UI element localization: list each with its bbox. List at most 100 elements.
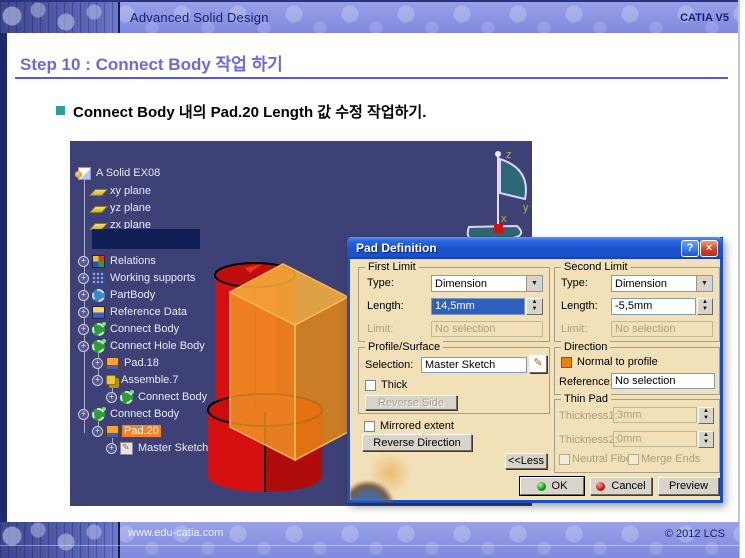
tree-item-label: Working supports	[110, 272, 196, 284]
dialog-titlebar[interactable]: Pad Definition ? ×	[347, 237, 723, 259]
first-length-input[interactable]: 14,5mm	[431, 298, 525, 315]
reverse-side-button: Reverse Side	[365, 395, 457, 410]
cancel-label: Cancel	[611, 480, 646, 492]
body-icon	[120, 389, 134, 404]
thick-checkbox[interactable]	[365, 380, 376, 391]
preview-button[interactable]: Preview	[658, 477, 719, 495]
body-icon	[92, 338, 106, 353]
mirrored-extent-label: Mirrored extent	[380, 420, 454, 432]
type-label: Type:	[367, 277, 394, 289]
chevron-down-icon[interactable]: ▼	[526, 276, 542, 291]
normal-to-profile-checkbox[interactable]	[561, 357, 572, 368]
partbody-icon	[92, 288, 105, 302]
compass-sail	[499, 157, 527, 201]
expand-icon[interactable]: +	[78, 323, 89, 335]
expand-icon[interactable]: +	[92, 425, 103, 437]
second-length-input[interactable]: -5,5mm	[611, 298, 696, 315]
normal-to-profile-label: Normal to profile	[577, 356, 658, 368]
bullet-line: Connect Body 내의 Pad.20 Length 값 수정 작업하기.	[56, 101, 426, 122]
first-limit-group: First Limit Type: Dimension ▼ Length: 14…	[358, 261, 550, 342]
tree-item-pad-18[interactable]: + Pad.18	[92, 355, 161, 371]
help-icon[interactable]: ?	[681, 240, 699, 257]
expand-icon[interactable]: +	[78, 306, 89, 318]
reference-input[interactable]: No selection	[611, 373, 715, 389]
first-length-spinner[interactable]: ▲ ▼	[526, 298, 543, 315]
assemble-icon	[106, 375, 116, 385]
tree-item-partbody[interactable]: + PartBody	[78, 287, 157, 303]
selection-label: Selection:	[365, 359, 414, 371]
length-label: Length:	[561, 300, 598, 312]
tree-item-assemble-7[interactable]: + Assemble.7	[92, 372, 180, 388]
pad-icon	[106, 356, 119, 370]
course-title: Advanced Solid Design	[130, 10, 269, 25]
neutral-fiber-checkbox	[559, 454, 570, 465]
second-limit-legend: Second Limit	[561, 261, 631, 273]
second-limit-group: Second Limit Type: Dimension ▼ Length: -…	[554, 261, 720, 342]
header-bar: Advanced Solid Design CATIA V5	[0, 0, 739, 33]
expand-icon[interactable]: +	[92, 357, 103, 369]
compass[interactable]: z y x	[453, 145, 532, 245]
compass-y-label: y	[523, 202, 529, 214]
profile-surface-legend: Profile/Surface	[365, 341, 444, 353]
limit-label: Limit:	[561, 323, 588, 335]
thin-pad-group: Thin Pad Thickness1: 3mm ▲ ▼ Thickness2: …	[554, 393, 720, 473]
merge-ends-label: Merge Ends	[641, 453, 701, 465]
compass-top-dot	[495, 151, 501, 157]
less-button[interactable]: <<Less	[505, 453, 547, 469]
second-length-spinner[interactable]: ▲ ▼	[697, 298, 713, 315]
cancel-button[interactable]: Cancel	[590, 477, 652, 495]
thick-label: Thick	[381, 379, 408, 391]
thickness1-label: Thickness1:	[559, 410, 618, 422]
sketch-selector-icon[interactable]: ✎	[529, 355, 547, 373]
relations-icon	[92, 254, 105, 268]
sketch-icon	[120, 441, 133, 455]
tree-item-label: Pad.18	[124, 357, 159, 369]
tree-item-reference-data[interactable]: + Reference Data	[78, 304, 189, 320]
thickness2-label: Thickness2:	[559, 434, 618, 446]
mirrored-extent-checkbox[interactable]	[364, 421, 375, 432]
footer-decoration	[0, 522, 118, 558]
header-divider	[118, 2, 120, 33]
profile-surface-group: Profile/Surface Selection: Master Sketch…	[358, 341, 550, 414]
tree-item-connect-body[interactable]: + Connect Body	[78, 406, 181, 422]
dialog-title: Pad Definition	[356, 241, 437, 255]
chevron-down-icon[interactable]: ▼	[696, 276, 712, 291]
tree-item-label: Connect Body	[110, 408, 180, 420]
expand-icon[interactable]: +	[106, 442, 117, 454]
tree-item-working-supports[interactable]: + Working supports	[78, 270, 197, 286]
bullet-text: Connect Body 내의 Pad.20 Length 값 수정 작업하기.	[73, 104, 427, 121]
tree-item-yz-plane[interactable]: yz plane	[88, 200, 153, 216]
tree-item-relations[interactable]: + Relations	[78, 253, 158, 269]
merge-ends-checkbox	[628, 454, 639, 465]
expand-icon[interactable]: +	[78, 289, 89, 301]
tree-item-redacted[interactable]	[92, 229, 200, 249]
catia-brand-label: CATIA V5	[680, 12, 729, 24]
header-decoration	[0, 2, 118, 33]
expand-icon[interactable]: +	[78, 255, 89, 267]
type-label: Type:	[561, 277, 588, 289]
tree-item-a-solid-ex08[interactable]: A Solid EX08	[75, 165, 162, 181]
tree-item-xy-plane[interactable]: xy plane	[88, 183, 153, 199]
footer-bar: www.edu-catia.com © 2012 LCS	[0, 522, 739, 558]
second-type-dropdown[interactable]: Dimension ▼	[611, 275, 713, 292]
limit-label: Limit:	[367, 323, 394, 335]
thickness2-input: 0mm	[613, 431, 697, 447]
footer-divider	[118, 522, 120, 558]
ok-button[interactable]: OK	[519, 476, 585, 496]
reverse-direction-button[interactable]: Reverse Direction	[362, 434, 472, 451]
first-type-dropdown[interactable]: Dimension ▼	[431, 275, 543, 292]
expand-icon[interactable]: +	[78, 272, 89, 284]
expand-icon[interactable]: +	[78, 340, 89, 352]
pad-preview-box[interactable]	[228, 263, 350, 462]
expand-icon[interactable]: +	[78, 408, 89, 420]
tree-item-connect-body[interactable]: + Connect Body	[78, 321, 181, 337]
expand-icon[interactable]: +	[92, 374, 103, 386]
selection-input[interactable]: Master Sketch	[421, 357, 527, 373]
ok-status-icon	[536, 481, 546, 491]
second-limit-input: No selection	[611, 321, 713, 337]
close-icon[interactable]: ×	[700, 240, 718, 257]
right-border	[738, 0, 740, 558]
tree-item-pad-20[interactable]: + Pad.20	[92, 423, 161, 439]
compass-anchor[interactable]	[494, 224, 503, 233]
expand-icon[interactable]: +	[106, 391, 117, 403]
